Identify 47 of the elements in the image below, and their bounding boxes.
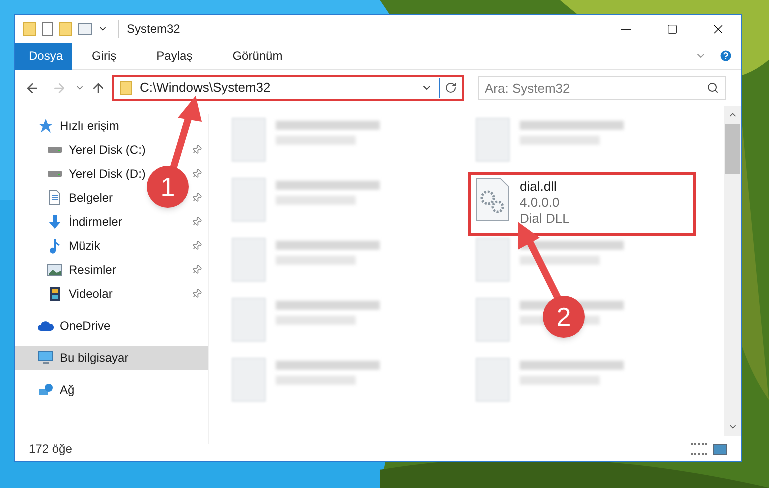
item-count: 172 öğe [29, 441, 72, 458]
ribbon-tab[interactable]: Paylaş [136, 42, 213, 70]
star-icon [38, 118, 54, 134]
music-note-icon [47, 238, 63, 254]
sidebar-item[interactable]: Ağ [38, 379, 75, 401]
sidebar-item[interactable]: Bu bilgisayar [15, 346, 208, 370]
download-arrow-icon [47, 214, 63, 230]
back-icon[interactable] [25, 80, 40, 96]
search-icon [707, 82, 719, 94]
drive-icon [47, 171, 63, 177]
sidebar-item[interactable]: İndirmeler [47, 211, 122, 233]
ribbon-tab[interactable]: Görünüm [212, 42, 303, 70]
file-detail: 4.0.0.0 [520, 195, 561, 211]
sidebar-item[interactable]: Resimler [47, 259, 116, 281]
document-icon [47, 190, 63, 206]
sidebar-item[interactable]: Yerel Disk (C:) [47, 139, 146, 161]
ribbon-tab[interactable]: Dosya [15, 42, 72, 70]
up-icon[interactable] [91, 80, 106, 96]
sidebar-item[interactable]: Müzik [47, 235, 100, 257]
file-name: dial.dll [520, 179, 558, 195]
file-item[interactable]: dial.dll 4.0.0.0 Dial DLL [470, 174, 694, 234]
address-path: C:\Windows\System32 [140, 79, 272, 98]
gear-file-icon [476, 178, 510, 222]
details-view-icon[interactable] [691, 443, 707, 455]
window-title: System32 [118, 20, 180, 38]
sidebar-item[interactable]: Belgeler [47, 187, 114, 209]
sidebar-item[interactable]: Hızlı erişim [38, 115, 120, 137]
search-field[interactable]: Ara: System32 [478, 76, 726, 100]
film-icon [47, 286, 63, 302]
scrollbar-thumb[interactable] [725, 124, 740, 174]
maximize-icon [666, 24, 678, 34]
help-icon[interactable] [719, 49, 733, 63]
large-icons-view-icon[interactable] [713, 444, 727, 454]
address-bar[interactable]: C:\Windows\System32 [112, 75, 464, 101]
minimize-icon [621, 28, 631, 30]
network-icon [38, 382, 54, 398]
computer-icon [38, 350, 54, 366]
scrollbar[interactable] [724, 106, 741, 436]
sidebar-item[interactable]: OneDrive [38, 315, 111, 337]
file-detail: Dial DLL [520, 211, 570, 227]
refresh-icon[interactable] [445, 82, 457, 94]
sidebar-item[interactable]: Videolar [47, 283, 113, 305]
ribbon-tab[interactable]: Giriş [72, 42, 137, 70]
sidebar-item[interactable]: Yerel Disk (D:) [47, 163, 146, 185]
image-icon [47, 262, 63, 278]
drive-icon [47, 147, 63, 153]
folder-icon [120, 81, 132, 95]
